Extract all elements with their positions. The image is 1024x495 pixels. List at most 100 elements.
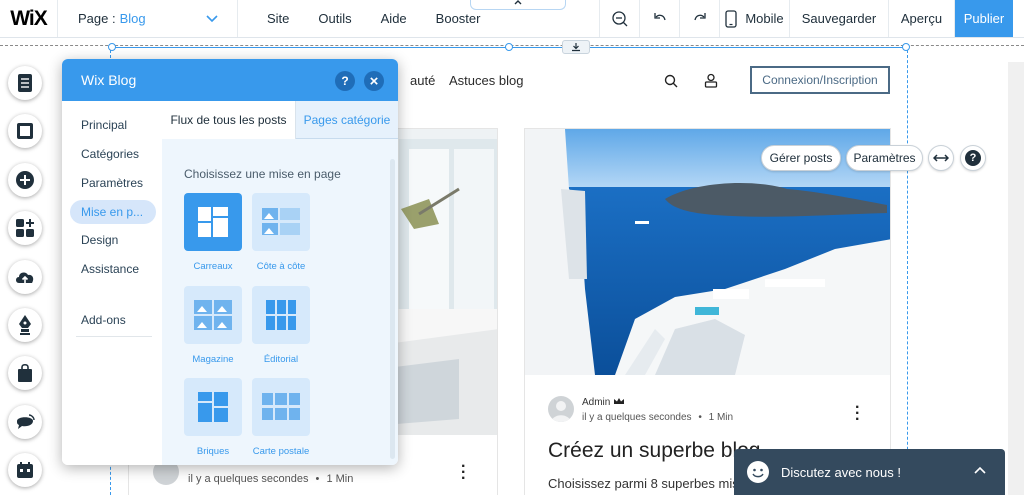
search-icon[interactable] [664, 74, 678, 88]
layout-tabs: Flux de tous les posts Pages catégorie [162, 101, 398, 139]
add-element-button[interactable] [8, 162, 42, 197]
pen-nib-icon [19, 314, 31, 335]
layout-option-bricks[interactable] [184, 378, 242, 436]
section-anchor-tab[interactable] [562, 40, 590, 54]
background-button[interactable] [8, 114, 42, 149]
layout-option-magazine[interactable] [184, 286, 242, 344]
blog-help-button[interactable]: ? [960, 145, 986, 171]
cloud-upload-icon [16, 272, 34, 283]
manage-posts-label: Gérer posts [769, 151, 833, 165]
undo-button[interactable] [640, 0, 680, 37]
pages-menu-button[interactable] [8, 66, 42, 100]
page-selector-label: Page : [78, 11, 116, 26]
zoom-out-icon [611, 10, 627, 26]
meta-separator: • [315, 473, 320, 485]
menu-item-help[interactable]: Aide [381, 11, 407, 26]
mobile-view-button[interactable]: Mobile [720, 0, 790, 37]
page-selector-value: Blog [119, 11, 146, 26]
menu-item-site[interactable]: Site [267, 11, 289, 26]
preview-button[interactable]: Aperçu [889, 0, 955, 37]
more-options-icon[interactable]: · · · [855, 400, 860, 428]
redo-button[interactable] [680, 0, 720, 37]
post-author[interactable]: Admin [582, 397, 625, 408]
panel-nav-layout[interactable]: Mise en p... [70, 200, 156, 224]
layout-option-editorial[interactable] [252, 286, 310, 344]
help-icon: ? [965, 150, 981, 166]
post-read-time: 1 Min [708, 412, 734, 423]
wix-blog-panel: Wix Blog ? × Principal Catégories Paramè… [62, 59, 398, 465]
add-apps-button[interactable] [8, 211, 42, 246]
chevron-down-icon [206, 15, 218, 23]
editorial-layout-icon [266, 300, 296, 330]
magazine-layout-icon [194, 300, 232, 330]
chat-label: Discutez avec nous ! [781, 464, 901, 480]
editor-left-toolbar [8, 66, 44, 495]
publish-button[interactable]: Publier [955, 0, 1013, 37]
redo-icon [693, 12, 706, 20]
blog-settings-label: Paramètres [853, 151, 916, 165]
menu-item-tools[interactable]: Outils [318, 11, 351, 26]
selection-handle[interactable] [902, 43, 910, 51]
layout-settings: Flux de tous les posts Pages catégorie C… [162, 101, 398, 465]
canvas-right-gutter [1008, 62, 1024, 495]
blog-post-card-right[interactable]: Admin il y a quelques secondes • 1 Min ·… [524, 128, 891, 495]
post-read-time: 1 Min [326, 473, 354, 485]
zoom-out-button[interactable] [600, 0, 640, 37]
panel-nav-main[interactable]: Principal [81, 118, 127, 132]
panel-close-button[interactable]: × [364, 71, 384, 91]
panel-scrollbar[interactable] [390, 159, 395, 459]
user-icon [551, 401, 571, 422]
site-nav-item-tips[interactable]: Astuces blog [449, 73, 523, 88]
panel-nav-assistance[interactable]: Assistance [81, 262, 139, 276]
panel-nav-addons[interactable]: Add-ons [81, 313, 126, 327]
chevron-up-icon [514, 0, 522, 5]
smiley-icon [747, 461, 769, 483]
layout-option-side-by-side[interactable] [252, 193, 310, 251]
chat-widget[interactable]: Discutez avec nous ! [734, 449, 1005, 495]
selection-handle[interactable] [505, 43, 513, 51]
wix-logo: WiX [0, 0, 58, 37]
member-icon[interactable] [704, 73, 718, 88]
layout-option-postcard[interactable] [252, 378, 310, 436]
chat-button[interactable] [8, 404, 42, 439]
store-button[interactable] [8, 356, 42, 391]
shopping-bag-icon [18, 364, 32, 383]
choose-layout-label: Choisissez une mise en page [184, 167, 341, 181]
save-button[interactable]: Sauvegarder [790, 0, 889, 37]
more-options-icon[interactable]: · · · [461, 459, 466, 487]
menu-item-booster[interactable]: Booster [436, 11, 481, 26]
panel-help-button[interactable]: ? [335, 71, 355, 91]
panel-header[interactable]: Wix Blog ? × [62, 59, 398, 101]
panel-nav-divider [76, 336, 152, 337]
layout-option-tiles[interactable] [184, 193, 242, 251]
selection-handle[interactable] [108, 43, 116, 51]
undo-icon [653, 12, 666, 20]
post-meta: il y a quelques secondes • 1 Min [582, 412, 733, 423]
media-upload-button[interactable] [8, 259, 42, 294]
manage-posts-button[interactable]: Gérer posts [761, 145, 841, 171]
author-avatar[interactable] [548, 396, 574, 422]
meta-separator: • [698, 412, 702, 423]
mobile-view-label: Mobile [745, 11, 784, 26]
layout-label-side-by-side: Côte à côte [256, 261, 306, 272]
page-selector[interactable]: Page : Blog [58, 0, 238, 37]
apps-icon [16, 219, 34, 238]
tab-all-posts-feed[interactable]: Flux de tous les posts [162, 101, 296, 139]
site-nav-item-partial[interactable]: auté [410, 73, 435, 88]
tab-category-pages[interactable]: Pages catégorie [296, 101, 398, 139]
blog-settings-button[interactable]: Paramètres [846, 145, 923, 171]
panel-nav-settings[interactable]: Paramètres [81, 176, 143, 190]
chevron-up-icon[interactable] [973, 465, 987, 475]
post-title[interactable]: Créez un superbe blog [548, 439, 760, 463]
side-by-side-layout-icon [262, 208, 300, 235]
bricks-layout-icon [198, 392, 228, 422]
download-icon [572, 43, 580, 52]
tiles-layout-icon [198, 207, 228, 237]
collapse-top-bar-handle[interactable] [470, 0, 566, 10]
bookings-button[interactable] [8, 453, 42, 488]
login-signup-button[interactable]: Connexion/Inscription [750, 66, 890, 94]
blog-manager-button[interactable] [8, 307, 42, 342]
panel-nav-categories[interactable]: Catégories [81, 147, 139, 161]
stretch-button[interactable] [928, 145, 954, 171]
panel-nav-design[interactable]: Design [81, 233, 118, 247]
